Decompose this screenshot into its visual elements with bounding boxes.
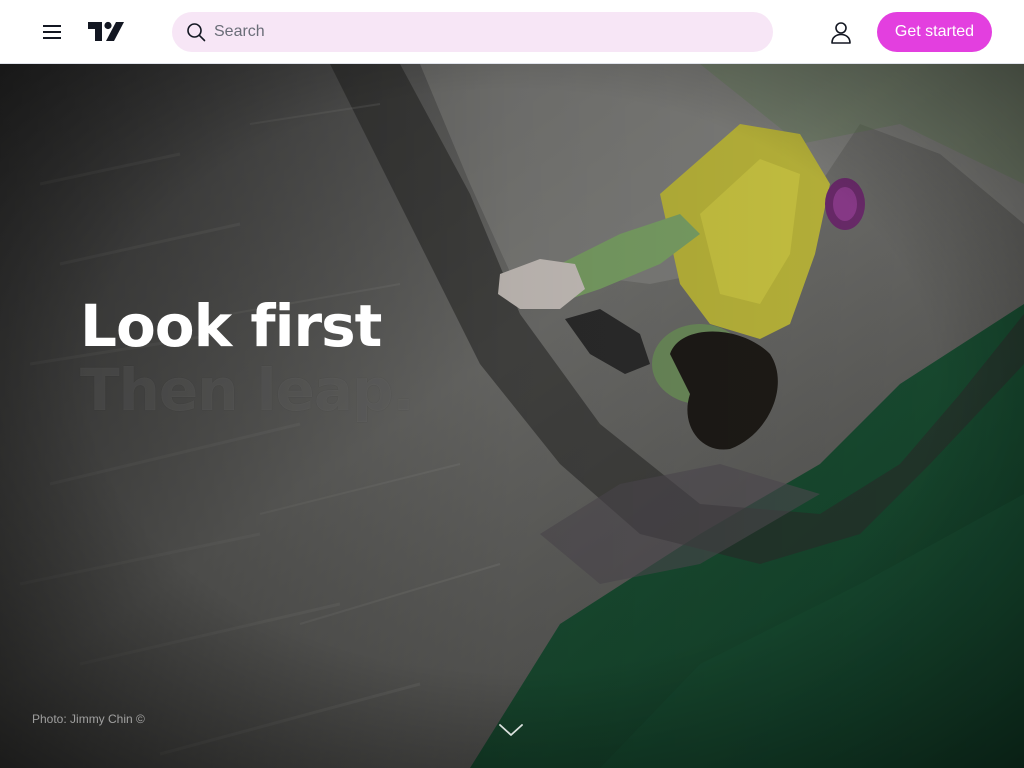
hero-headline-line1: Look first xyxy=(80,292,382,360)
hero-section: Look first Then leap. Photo: Jimmy Chin … xyxy=(0,64,1024,768)
menu-button[interactable] xyxy=(32,12,72,52)
tradingview-logo[interactable] xyxy=(86,18,126,46)
search-icon xyxy=(184,20,208,44)
hero-headline-line2: Then leap. xyxy=(80,356,415,424)
chevron-down-icon xyxy=(499,724,523,736)
search-bar[interactable] xyxy=(172,12,773,52)
search-input[interactable] xyxy=(212,12,756,52)
hamburger-menu-icon xyxy=(43,25,61,39)
get-started-button[interactable]: Get started xyxy=(877,12,992,52)
hero-headline: Look first Then leap. xyxy=(80,292,415,424)
user-icon xyxy=(831,22,851,44)
user-menu-button[interactable] xyxy=(821,12,861,52)
scroll-down-button[interactable] xyxy=(496,718,526,742)
photo-credit: Photo: Jimmy Chin © xyxy=(32,712,145,726)
top-header: Get started xyxy=(0,0,1024,64)
